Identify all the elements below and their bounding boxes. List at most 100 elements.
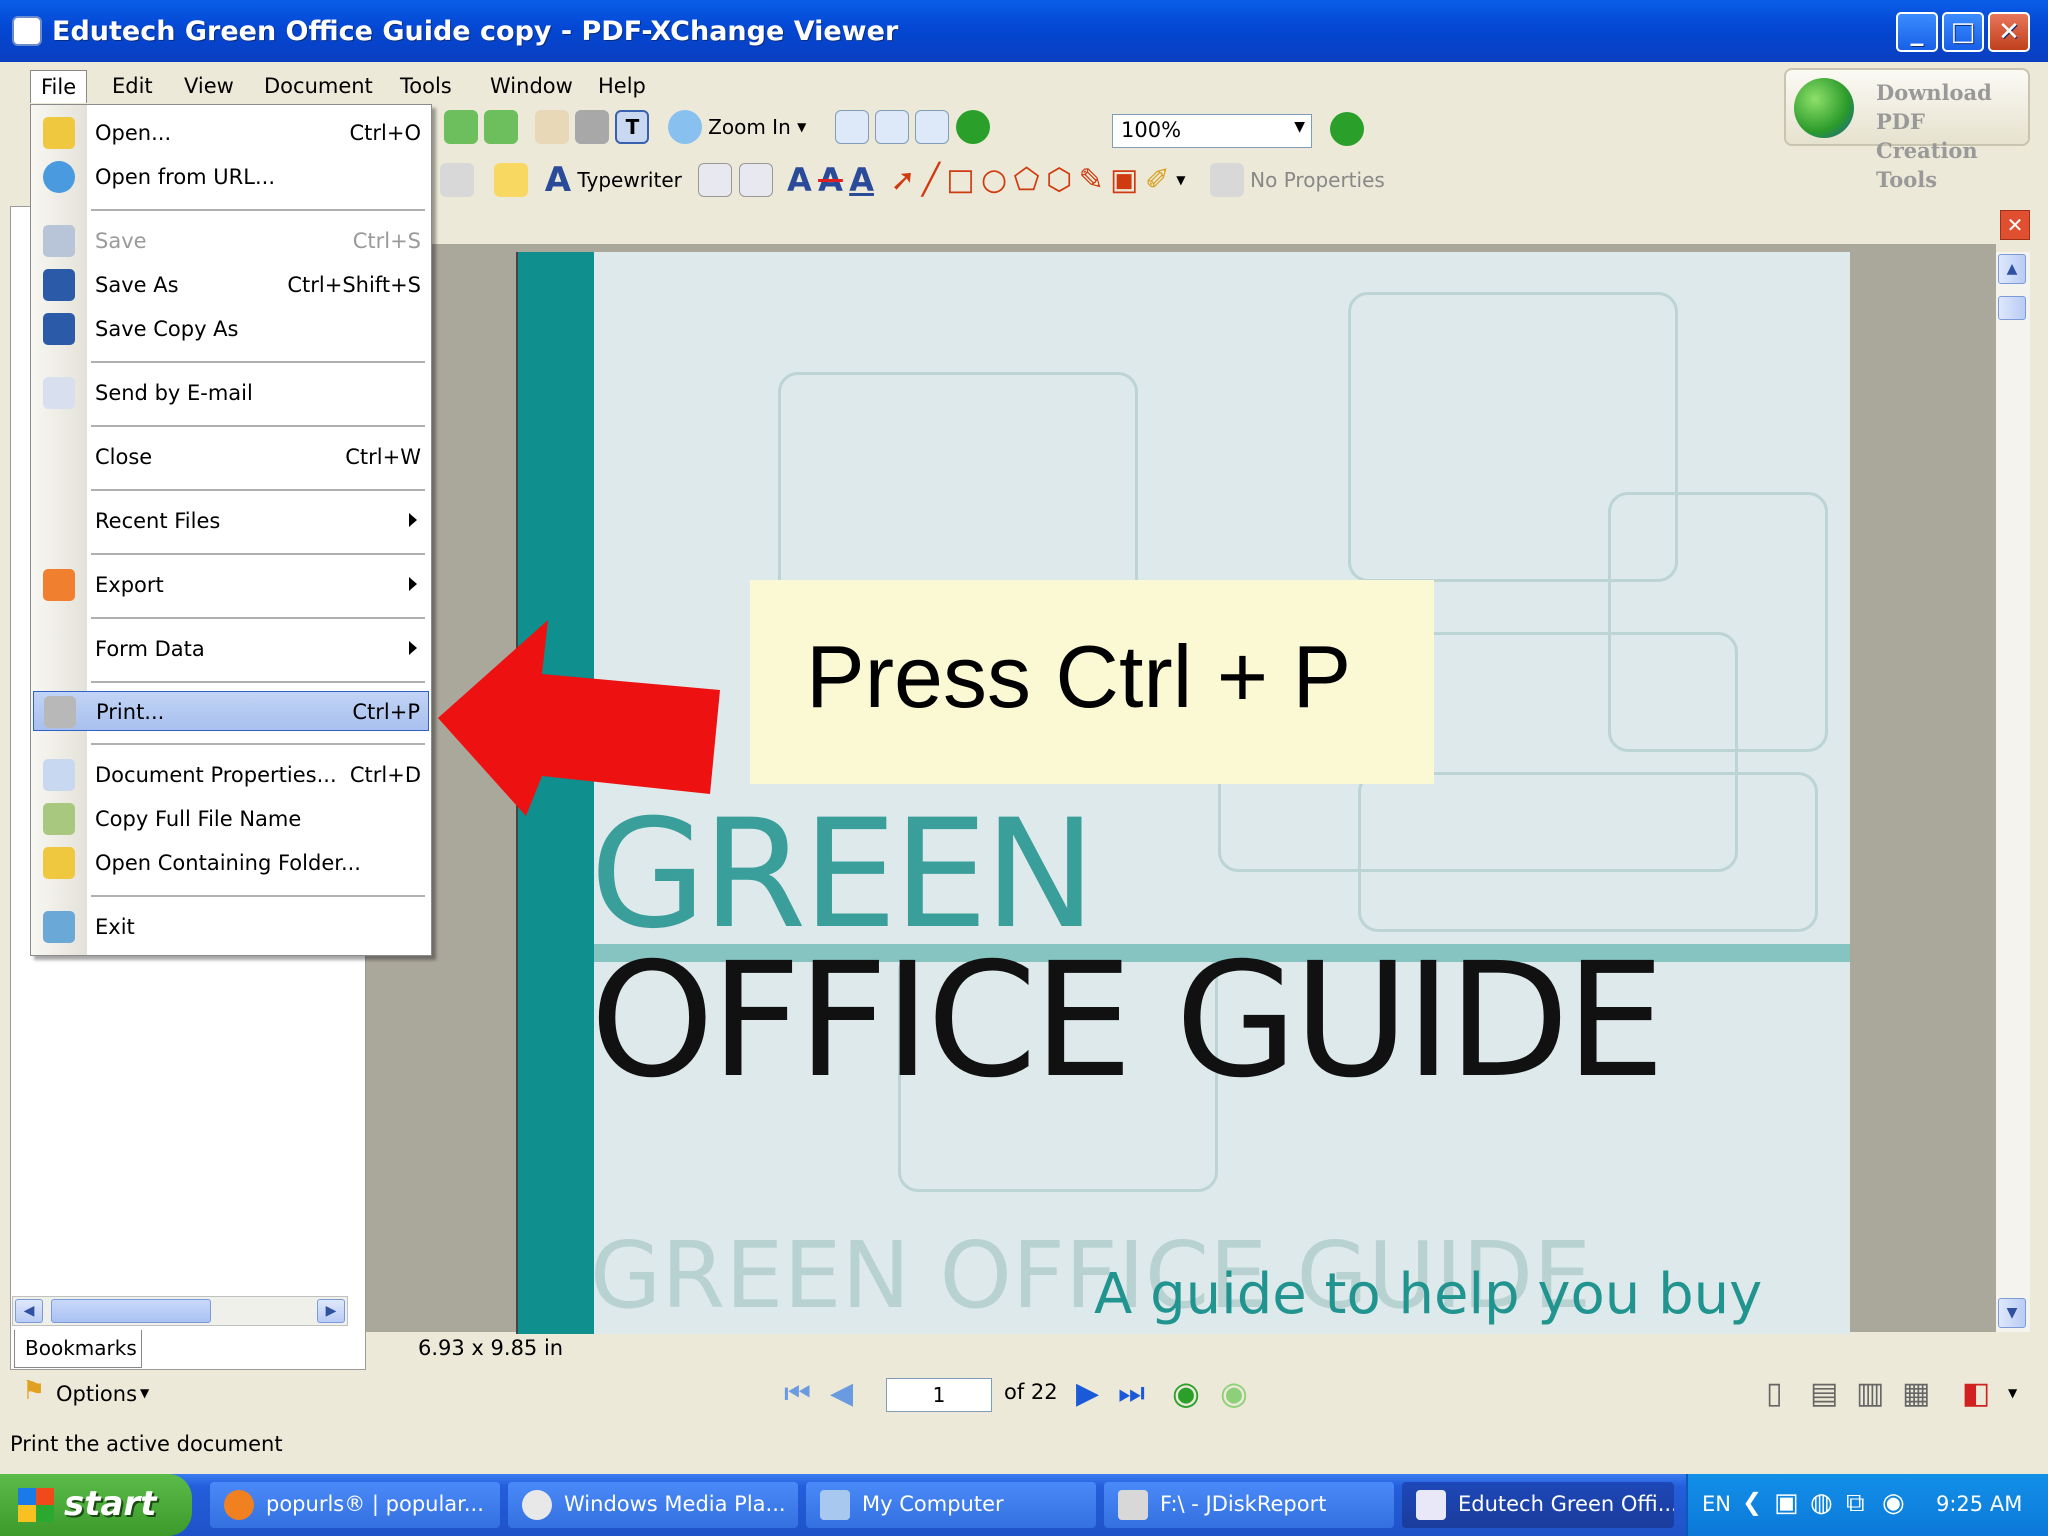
menu-item-open-folder[interactable]: Open Containing Folder...: [33, 843, 429, 883]
scroll-right-icon[interactable]: ▶: [317, 1299, 345, 1323]
view-dropdown-icon[interactable]: ▼: [2008, 1386, 2017, 1400]
rectangle-tool-icon[interactable]: □: [946, 163, 974, 198]
oval-tool-icon[interactable]: ○: [981, 163, 1007, 198]
download-tools-banner[interactable]: Download PDF Creation Tools: [1784, 68, 2030, 192]
tray-network-icon[interactable]: ⧉: [1846, 1488, 1865, 1519]
last-page-icon[interactable]: ⏭: [1118, 1376, 1145, 1411]
strikeout-icon[interactable]: A: [818, 161, 843, 199]
menu-item-save-copy-as[interactable]: Save Copy As: [33, 309, 429, 349]
options-dropdown-icon[interactable]: ▼: [140, 1386, 149, 1400]
start-button[interactable]: start: [0, 1474, 192, 1536]
tray-torrent-icon[interactable]: ◍: [1810, 1488, 1833, 1518]
single-page-icon[interactable]: ▯: [1766, 1376, 1783, 1411]
task-jdiskreport[interactable]: F:\ - JDiskReport: [1104, 1482, 1394, 1528]
menu-file[interactable]: File: [30, 70, 88, 103]
menu-item-recent-files[interactable]: Recent Files: [33, 501, 429, 541]
actual-size-icon[interactable]: [834, 110, 869, 144]
facing-continuous-icon[interactable]: ▦: [1902, 1376, 1930, 1411]
scroll-left-icon[interactable]: ◀: [15, 1299, 43, 1323]
textbox-icon[interactable]: [698, 163, 733, 197]
zoom-dropdown-icon[interactable]: ▼: [797, 120, 806, 134]
text-select-icon[interactable]: T: [615, 110, 650, 144]
prev-page-icon[interactable]: ◀: [830, 1376, 853, 1411]
callout-tool-icon[interactable]: [738, 163, 773, 197]
menu-item-copy-file-name[interactable]: Copy Full File Name: [33, 799, 429, 839]
facing-icon[interactable]: ▥: [1856, 1376, 1884, 1411]
forward-icon[interactable]: [484, 110, 519, 144]
clock[interactable]: 9:25 AM: [1936, 1492, 2022, 1516]
eraser-tool-icon[interactable]: ▣: [1110, 163, 1138, 198]
zoom-in-button[interactable]: Zoom In: [708, 115, 791, 139]
task-media-player[interactable]: Windows Media Pla...: [508, 1482, 798, 1528]
pencil-tool-icon[interactable]: ✎: [1079, 163, 1104, 198]
highlight-text-icon[interactable]: A: [787, 161, 812, 199]
menu-item-save[interactable]: Save Ctrl+S: [33, 221, 429, 261]
menu-view[interactable]: View: [174, 70, 244, 102]
arrow-tool-icon[interactable]: ➚: [890, 163, 915, 198]
page-scrollbar[interactable]: ▲ ▼: [1996, 252, 2030, 1332]
pdf-tools-icon[interactable]: ◧: [1962, 1376, 1990, 1411]
bookmarks-scrollbar[interactable]: ◀ ▶: [12, 1296, 348, 1326]
options-button[interactable]: Options: [56, 1382, 137, 1406]
tray-app-icon[interactable]: ▣: [1774, 1488, 1799, 1518]
doc-title-green: GREEN: [590, 788, 1096, 962]
next-page-icon[interactable]: ▶: [1076, 1376, 1099, 1411]
task-my-computer[interactable]: My Computer: [806, 1482, 1096, 1528]
menu-item-document-properties[interactable]: Document Properties... Ctrl+D: [33, 755, 429, 795]
continuous-icon[interactable]: ▤: [1810, 1376, 1838, 1411]
menu-edit[interactable]: Edit: [102, 70, 163, 102]
scroll-up-icon[interactable]: ▲: [1998, 254, 2026, 284]
line-tool-icon[interactable]: ╱: [922, 163, 940, 198]
typewriter-icon[interactable]: A: [545, 160, 571, 200]
menu-tools[interactable]: Tools: [390, 70, 462, 102]
menu-item-exit[interactable]: Exit: [33, 907, 429, 947]
tab-bookmarks[interactable]: Bookmarks: [14, 1330, 142, 1368]
menu-item-close[interactable]: Close Ctrl+W: [33, 437, 429, 477]
menu-window[interactable]: Window: [480, 70, 583, 102]
pin-tool-icon[interactable]: ✐: [1145, 163, 1170, 198]
tray-expand-icon[interactable]: ❮: [1742, 1488, 1762, 1516]
close-window-button[interactable]: ✕: [1988, 12, 2030, 52]
menu-item-open-url[interactable]: Open from URL...: [33, 157, 429, 197]
close-document-icon[interactable]: ✕: [2000, 210, 2030, 240]
zoom-in-icon[interactable]: [667, 110, 702, 144]
app-icon[interactable]: [12, 16, 42, 46]
back-view-icon[interactable]: ◉: [1172, 1374, 1200, 1412]
snapshot-icon[interactable]: [575, 110, 610, 144]
tray-audio-icon[interactable]: ◉: [1882, 1488, 1905, 1518]
scroll-down-icon[interactable]: ▼: [1998, 1298, 2026, 1328]
polygon-tool-icon[interactable]: ⬠: [1014, 163, 1040, 198]
zoom-select[interactable]: 100% ▼: [1112, 114, 1312, 148]
zoom-out-icon[interactable]: [955, 110, 990, 144]
minimize-button[interactable]: _: [1896, 12, 1938, 52]
title-bar[interactable]: Edutech Green Office Guide copy - PDF-XC…: [0, 0, 2048, 62]
task-popurls[interactable]: popurls® | popular...: [210, 1482, 500, 1528]
page-number-input[interactable]: 1: [886, 1378, 992, 1412]
menu-document[interactable]: Document: [254, 70, 383, 102]
forward-view-icon[interactable]: ◉: [1220, 1374, 1248, 1412]
back-icon[interactable]: [444, 110, 478, 144]
menu-item-form-data[interactable]: Form Data: [33, 629, 429, 669]
menu-item-export[interactable]: Export: [33, 565, 429, 605]
first-page-icon[interactable]: ⏮: [784, 1376, 811, 1411]
menu-item-save-as[interactable]: Save As Ctrl+Shift+S: [33, 265, 429, 305]
underline-icon[interactable]: A: [849, 161, 874, 199]
scroll-thumb[interactable]: [51, 1299, 211, 1323]
menu-help[interactable]: Help: [588, 70, 656, 102]
hand-tool-icon[interactable]: [534, 110, 569, 144]
menu-item-print[interactable]: Print... Ctrl+P: [33, 691, 429, 731]
comment-icon[interactable]: [494, 163, 529, 197]
vscroll-thumb[interactable]: [1998, 296, 2026, 320]
maximize-button[interactable]: □: [1942, 12, 1984, 52]
menu-item-send-email[interactable]: Send by E-mail: [33, 373, 429, 413]
polyline-tool-icon[interactable]: ⬡: [1046, 163, 1072, 198]
zoom-plus-icon[interactable]: [1330, 112, 1364, 146]
fit-width-icon[interactable]: [915, 110, 950, 144]
fit-page-icon[interactable]: [875, 110, 910, 144]
task-pdf-viewer[interactable]: Edutech Green Offi...: [1402, 1482, 1674, 1528]
more-tools-icon[interactable]: ▼: [1176, 173, 1185, 187]
language-indicator[interactable]: EN: [1702, 1492, 1731, 1516]
menu-item-open[interactable]: Open... Ctrl+O: [33, 113, 429, 153]
typewriter-button[interactable]: Typewriter: [577, 168, 681, 192]
stamp-icon[interactable]: [440, 163, 474, 197]
